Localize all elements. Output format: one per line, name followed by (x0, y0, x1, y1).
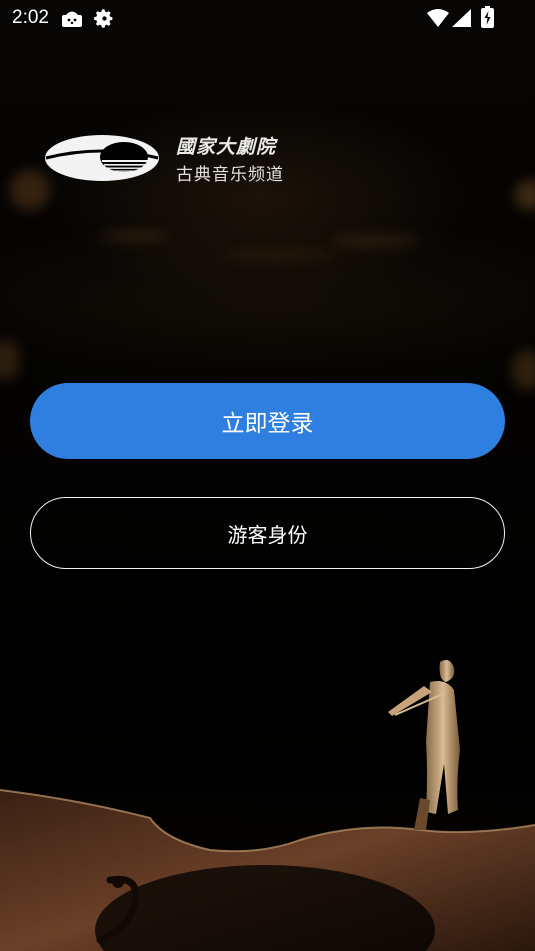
background-light (100, 230, 170, 242)
status-bar: 2:02 (0, 0, 535, 36)
guest-mode-button[interactable]: 游客身份 (30, 497, 505, 569)
login-screen: 2:02 國家大劇院 古典音乐频道 立即登录 游客身份 (0, 0, 535, 951)
android-debug-icon (61, 8, 83, 32)
logo-title: 國家大劇院 (176, 136, 277, 158)
background-light (330, 235, 420, 247)
settings-gear-icon (94, 8, 115, 33)
logo-subtitle: 古典音乐频道 (176, 165, 284, 185)
ncpa-logo-mark-icon (45, 135, 159, 181)
battery-charging-icon (481, 6, 494, 32)
guest-mode-label: 游客身份 (227, 522, 308, 547)
cell-signal-icon (452, 9, 471, 31)
background-light (512, 350, 535, 390)
violin-scene-image (0, 660, 535, 951)
background-light (0, 340, 20, 380)
background-light (515, 180, 535, 210)
wifi-icon (427, 9, 449, 31)
background-light (220, 250, 340, 260)
login-now-button[interactable]: 立即登录 (30, 383, 505, 459)
login-now-label: 立即登录 (221, 411, 314, 437)
ncpa-logo: 國家大劇院 古典音乐频道 (44, 130, 294, 185)
status-time: 2:02 (12, 7, 49, 28)
